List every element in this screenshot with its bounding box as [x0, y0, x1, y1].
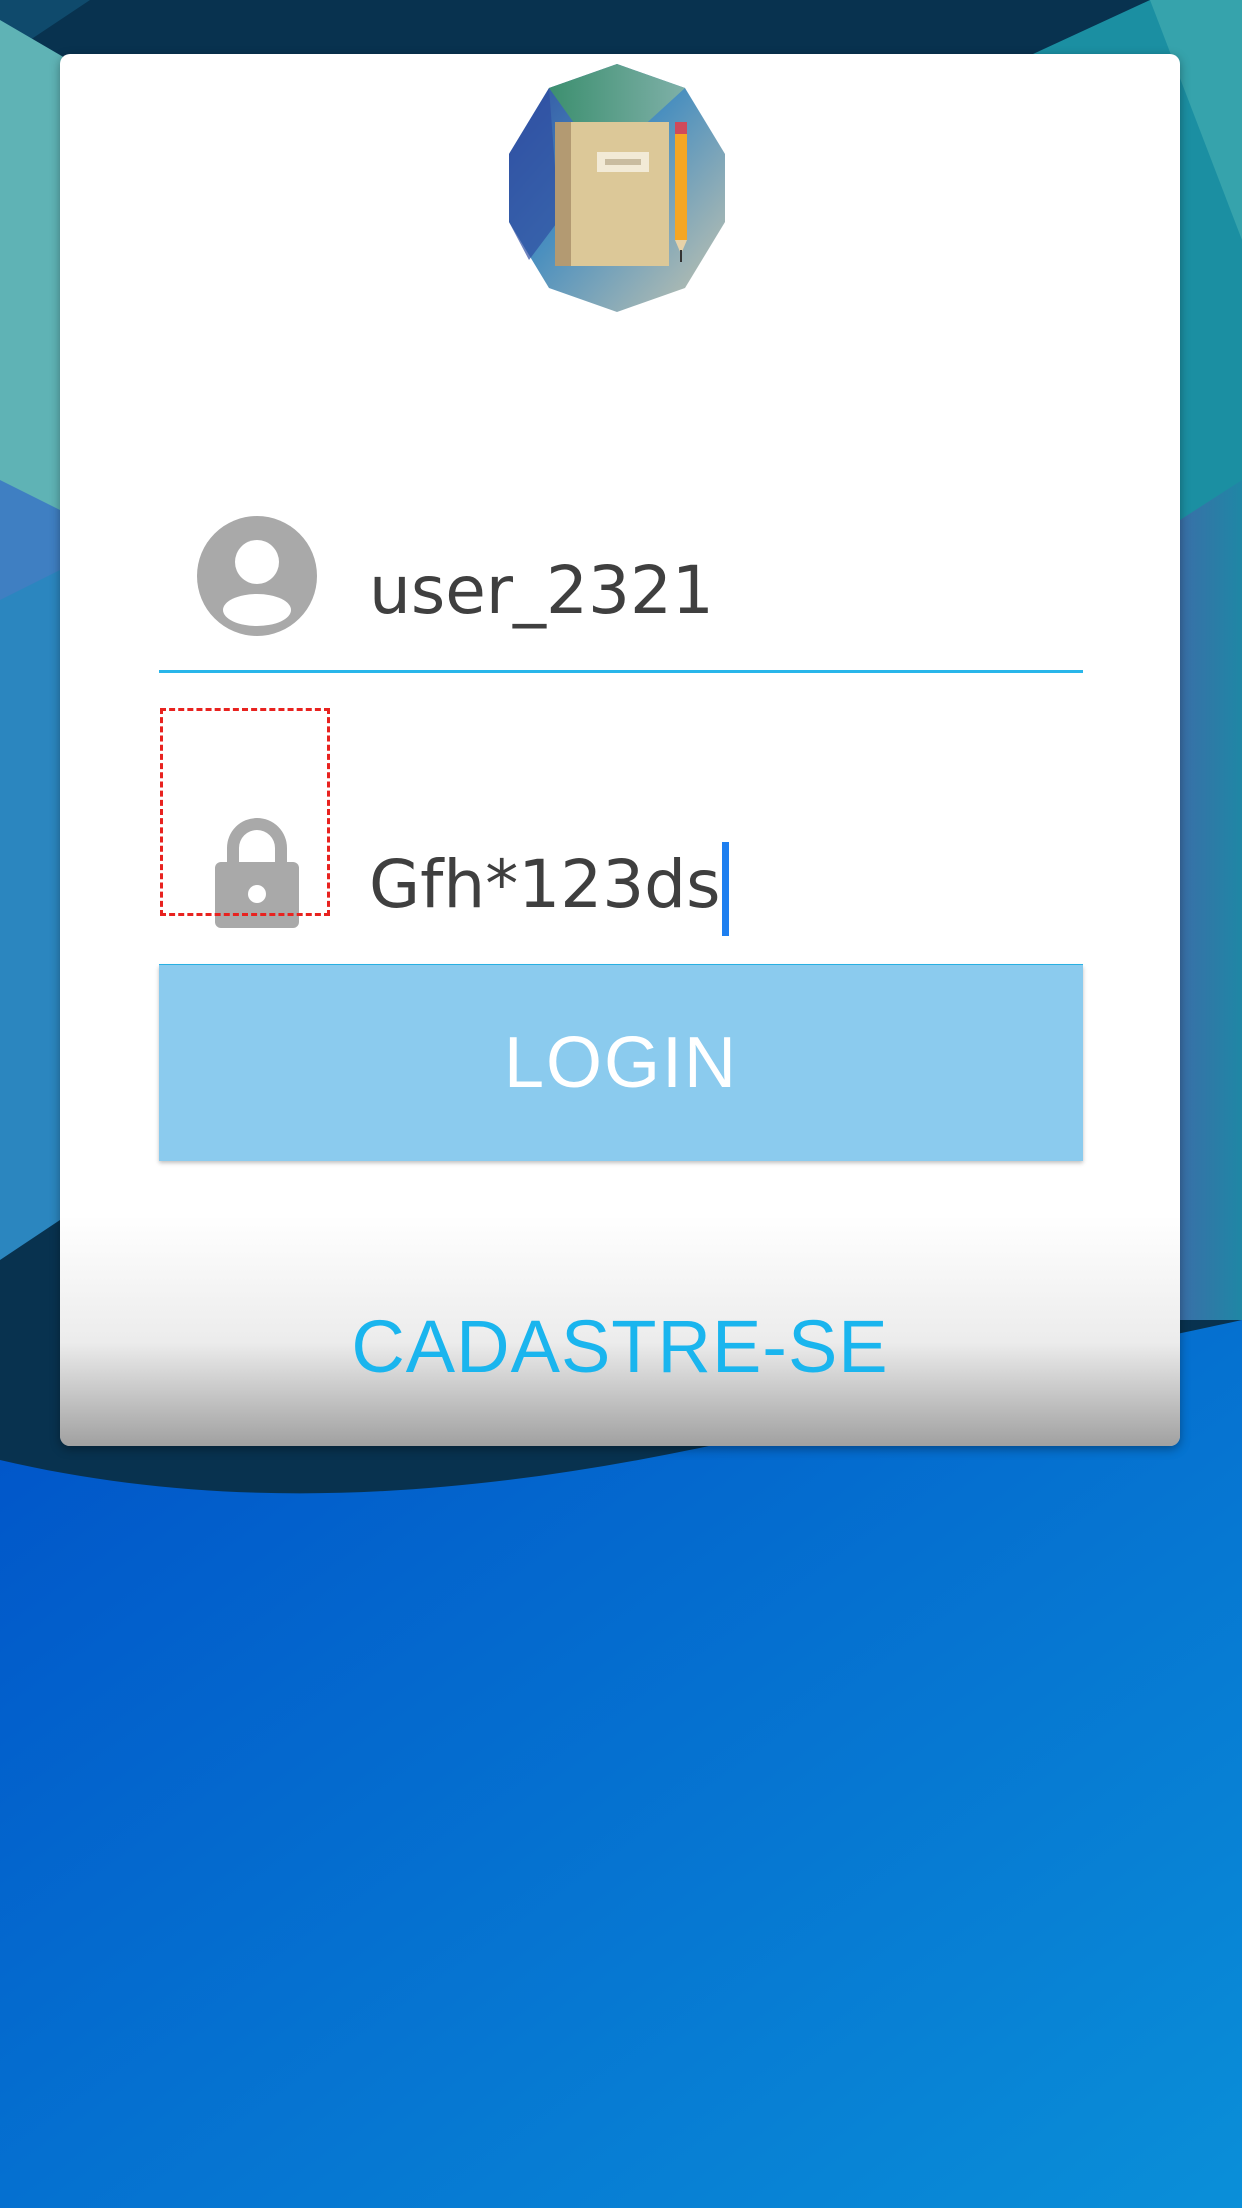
login-card: user_2321 Gfh*123ds LOGIN CADASTRE-SE	[60, 54, 1180, 1446]
password-input[interactable]: Gfh*123ds	[369, 830, 730, 940]
text-caret	[722, 841, 730, 936]
username-underline	[159, 670, 1083, 673]
account-circle-icon	[195, 514, 319, 638]
username-input[interactable]: user_2321	[369, 536, 714, 646]
username-field[interactable]: user_2321	[159, 444, 1083, 673]
notebook-pencil-icon	[489, 60, 745, 316]
signup-link[interactable]: CADASTRE-SE	[60, 1304, 1180, 1389]
focus-highlight-box	[160, 708, 330, 916]
login-button[interactable]: LOGIN	[159, 965, 1083, 1161]
password-value: Gfh*123ds	[369, 846, 721, 923]
